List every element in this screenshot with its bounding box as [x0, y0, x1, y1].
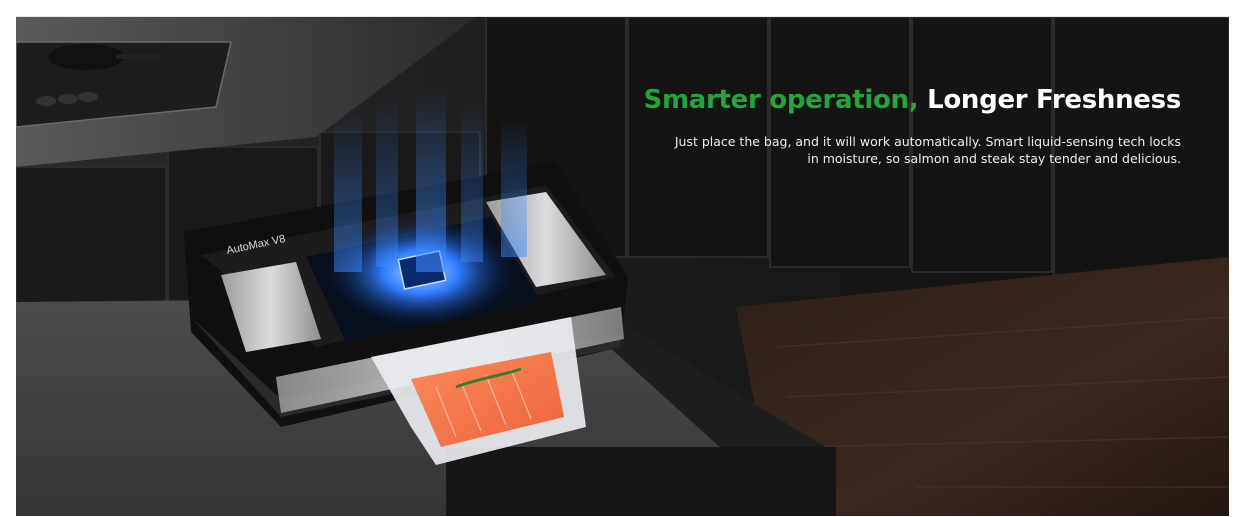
product-banner: AutoMax V8 Smarter operation, Longer Fre… — [16, 16, 1229, 516]
headline-accent: Smarter operation, — [643, 85, 919, 115]
headline: Smarter operation, Longer Freshness — [643, 85, 1182, 115]
headline-main: Longer Freshness — [918, 85, 1181, 115]
description: Just place the bag, and it will work aut… — [674, 134, 1181, 166]
